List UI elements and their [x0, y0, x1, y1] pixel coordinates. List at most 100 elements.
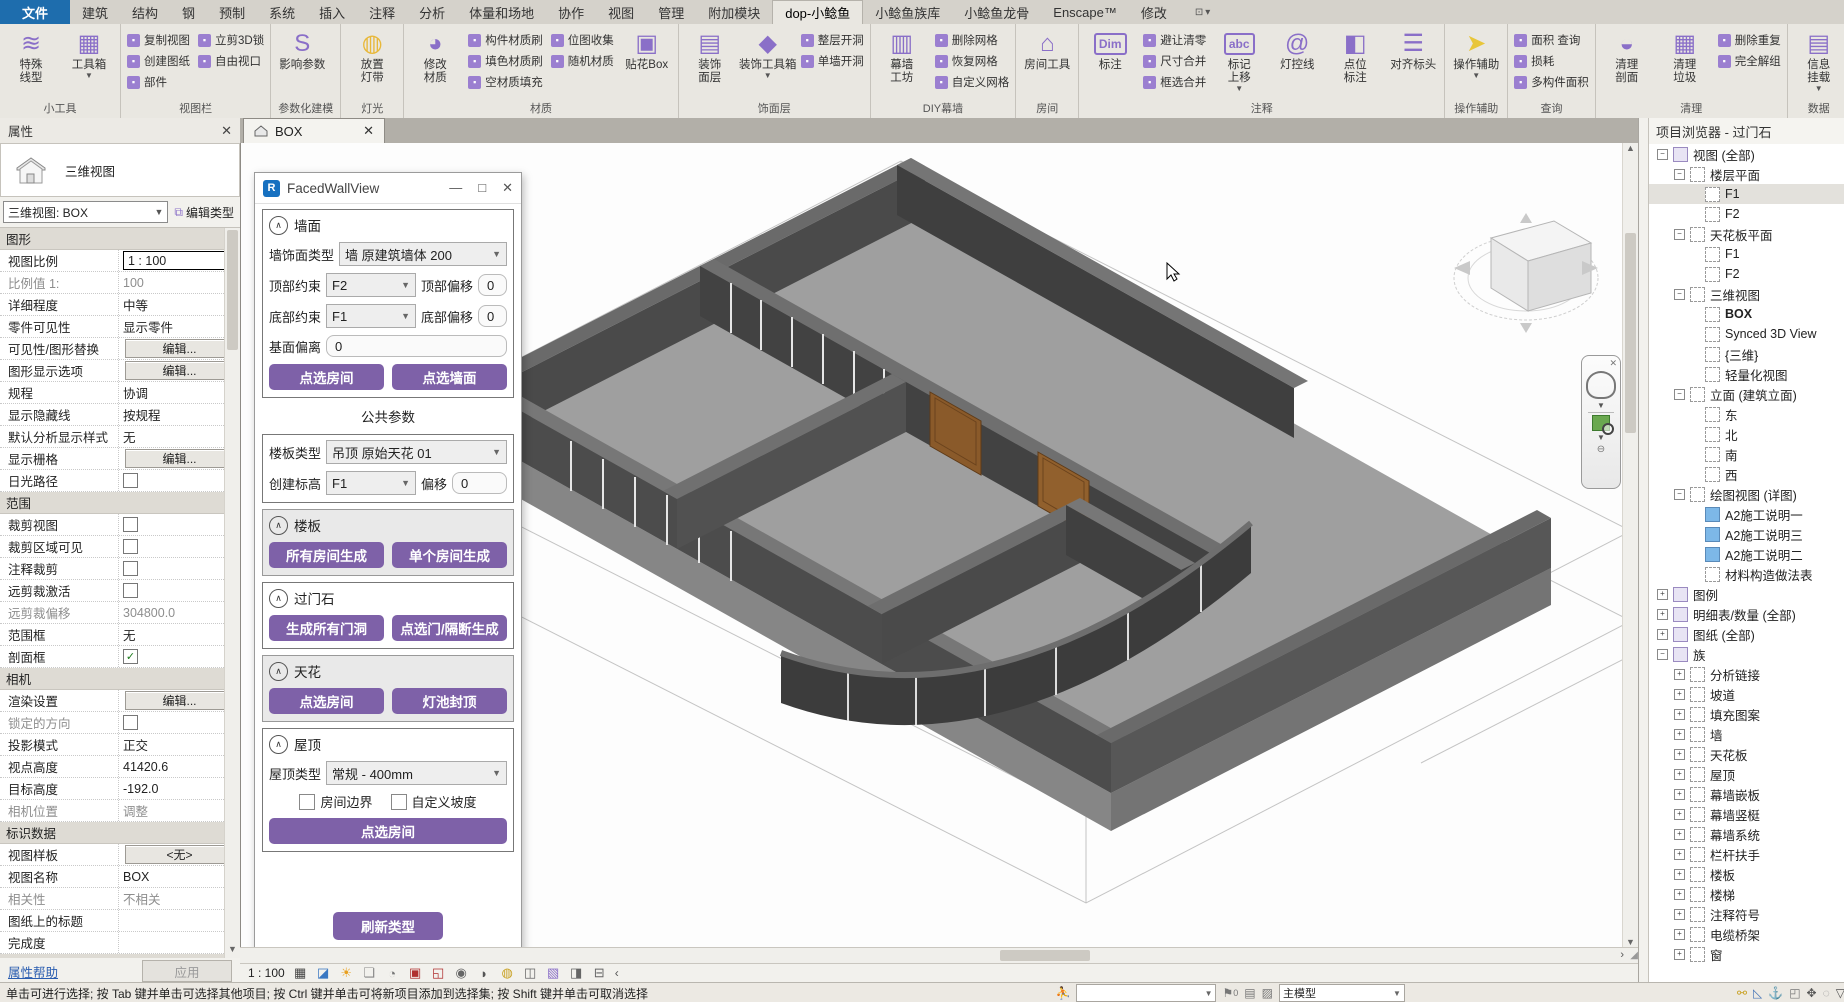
- edit-button[interactable]: 编辑...: [125, 449, 234, 468]
- ribbon-button-装饰工具箱[interactable]: ◆装饰工具箱▼: [740, 26, 796, 102]
- zoom-tool-icon[interactable]: [1592, 415, 1610, 431]
- tree-toggle-icon[interactable]: +: [1657, 609, 1668, 620]
- checkbox-房间边界[interactable]: 房间边界: [299, 792, 372, 811]
- ribbon-button-自定义网格[interactable]: ▪自定义网格: [932, 72, 1013, 92]
- navigation-bar[interactable]: ✕ ▼ ▼ ⊖: [1581, 355, 1621, 489]
- input-底部偏移[interactable]: 0: [478, 305, 507, 327]
- ribbon-button-房间工具[interactable]: ⌂房间工具: [1019, 26, 1075, 102]
- property-value[interactable]: 显示零件: [123, 317, 173, 336]
- select-楼板类型[interactable]: 吊顶 原始天花 01▼: [326, 440, 507, 464]
- zoom-menu-icon[interactable]: ▼: [1597, 433, 1605, 442]
- design-option-dropdown[interactable]: ▼: [1076, 984, 1216, 1002]
- tree-item-电缆桥架[interactable]: +电缆桥架: [1649, 924, 1844, 944]
- ribbon-button-修改材质[interactable]: ◕修改材质: [407, 26, 463, 102]
- tree-toggle-icon[interactable]: +: [1674, 929, 1685, 940]
- checkbox[interactable]: [123, 517, 138, 532]
- tree-item-楼板[interactable]: +楼板: [1649, 864, 1844, 884]
- tree-toggle-icon[interactable]: −: [1674, 229, 1685, 240]
- tree-toggle-icon[interactable]: −: [1674, 389, 1685, 400]
- dialog-close-icon[interactable]: ✕: [502, 180, 513, 196]
- ribbon-button-贴花Box[interactable]: ▣贴花Box: [619, 26, 675, 102]
- scroll-right-icon[interactable]: ›: [1620, 948, 1624, 963]
- property-value[interactable]: 1 : 100: [123, 251, 236, 270]
- ribbon-button-自由视口[interactable]: ▪自由视口: [195, 51, 267, 71]
- ribbon-button-填色材质刷[interactable]: ▪填色材质刷: [465, 51, 546, 71]
- ribbon-button-灯控线[interactable]: @灯控线: [1269, 26, 1325, 102]
- show-crop-region-icon[interactable]: ◱: [430, 965, 447, 981]
- tree-item-立面 (建筑立面)[interactable]: −立面 (建筑立面): [1649, 384, 1844, 404]
- tree-toggle-icon[interactable]: −: [1674, 489, 1685, 500]
- tree-item-西[interactable]: 西: [1649, 464, 1844, 484]
- ribbon-button-特殊线型[interactable]: ≋特殊线型: [3, 26, 59, 102]
- dialog-titlebar[interactable]: R FacedWallView — □ ✕: [255, 173, 521, 204]
- tree-item-天花板平面[interactable]: −天花板平面: [1649, 224, 1844, 244]
- scroll-up-icon[interactable]: ▲: [1623, 143, 1638, 153]
- menu-tab-预制[interactable]: 预制: [207, 0, 257, 24]
- tree-item-屋顶[interactable]: +屋顶: [1649, 764, 1844, 784]
- ribbon-button-创建图纸[interactable]: ▪创建图纸: [124, 51, 193, 71]
- crop-view-icon[interactable]: ▣: [407, 965, 424, 981]
- edit-type-button[interactable]: ⧉ 编辑类型: [171, 204, 237, 221]
- edit-button[interactable]: <无>: [125, 845, 234, 864]
- view-lock-icon[interactable]: ◉: [453, 965, 470, 981]
- tree-item-F2[interactable]: F2: [1649, 264, 1844, 284]
- tree-toggle-icon[interactable]: +: [1657, 589, 1668, 600]
- button-点选房间[interactable]: 点选房间: [269, 818, 507, 844]
- view-tab-box[interactable]: BOX ✕: [243, 118, 385, 143]
- tree-toggle-icon[interactable]: +: [1674, 769, 1685, 780]
- properties-help-link[interactable]: 属性帮助: [8, 962, 58, 981]
- checkbox[interactable]: ✓: [123, 649, 138, 664]
- section-header-doorstone[interactable]: ∧过门石: [269, 588, 507, 608]
- scroll-down-icon[interactable]: ▼: [1623, 937, 1638, 947]
- ribbon-button-单墙开洞[interactable]: ▪单墙开洞: [798, 51, 867, 71]
- property-value[interactable]: BOX: [123, 870, 149, 884]
- ribbon-collapse-button[interactable]: ⊡▾: [1187, 0, 1218, 24]
- tree-item-F2[interactable]: F2: [1649, 204, 1844, 224]
- navbar-collapse-icon[interactable]: ⊖: [1597, 444, 1605, 455]
- reveal-constraints-icon[interactable]: ⊟: [591, 965, 608, 981]
- tree-item-楼层平面[interactable]: −楼层平面: [1649, 164, 1844, 184]
- property-value[interactable]: 无: [123, 427, 136, 446]
- ribbon-button-避让清零[interactable]: ▪避让清零: [1140, 30, 1209, 50]
- tree-toggle-icon[interactable]: +: [1674, 789, 1685, 800]
- ribbon-button-信息挂载[interactable]: ▤信息挂载▼: [1791, 26, 1844, 102]
- ribbon-button-工具箱[interactable]: ▦工具箱▼: [61, 26, 117, 102]
- select-创建标高[interactable]: F1▼: [326, 471, 416, 495]
- tree-item-材料构造做法表[interactable]: 材料构造做法表: [1649, 564, 1844, 584]
- tree-item-天花板[interactable]: +天花板: [1649, 744, 1844, 764]
- property-value[interactable]: -192.0: [123, 782, 158, 796]
- tree-item-填充图案[interactable]: +填充图案: [1649, 704, 1844, 724]
- tree-toggle-icon[interactable]: +: [1674, 829, 1685, 840]
- ribbon-button-操作辅助[interactable]: ➤操作辅助▼: [1448, 26, 1504, 102]
- edit-button[interactable]: 编辑...: [125, 361, 234, 380]
- checkbox[interactable]: [123, 539, 138, 554]
- tree-item-视图 (全部)[interactable]: −视图 (全部): [1649, 144, 1844, 164]
- tree-item-图纸 (全部)[interactable]: +图纸 (全部): [1649, 624, 1844, 644]
- horizontal-scroll-thumb[interactable]: [1000, 950, 1090, 961]
- property-value[interactable]: 协调: [123, 383, 148, 402]
- tree-item-A2施工说明一[interactable]: A2施工说明一: [1649, 504, 1844, 524]
- button-所有房间生成[interactable]: 所有房间生成: [269, 542, 384, 568]
- ribbon-button-对齐标头[interactable]: ☰对齐标头: [1385, 26, 1441, 102]
- property-section-图形[interactable]: 图形⌃: [0, 228, 240, 250]
- ribbon-button-完全解组[interactable]: ▪完全解组: [1715, 51, 1784, 71]
- horizontal-scrollbar[interactable]: › ◢: [240, 947, 1638, 963]
- tree-item-轻量化视图[interactable]: 轻量化视图: [1649, 364, 1844, 384]
- select-links-icon[interactable]: ⚯: [1737, 986, 1747, 1000]
- ribbon-button-随机材质[interactable]: ▪随机材质: [548, 51, 617, 71]
- property-section-阶段化[interactable]: 阶段化⌃: [0, 954, 240, 958]
- properties-scrollbar[interactable]: ▲▼: [224, 228, 240, 958]
- ribbon-button-整层开洞[interactable]: ▪整层开洞: [798, 30, 867, 50]
- menu-tab-结构[interactable]: 结构: [120, 0, 170, 24]
- select-屋顶类型[interactable]: 常规 - 400mm▼: [326, 761, 507, 785]
- ribbon-button-面积 查询[interactable]: ▪面积 查询: [1511, 30, 1592, 50]
- ribbon-button-删除网格[interactable]: ▪删除网格: [932, 30, 1013, 50]
- ribbon-button-框选合并[interactable]: ▪框选合并: [1140, 72, 1209, 92]
- sun-path-icon[interactable]: ☀: [338, 965, 355, 981]
- navbar-close-icon[interactable]: ✕: [1609, 358, 1617, 369]
- background-processes-icon[interactable]: ◌: [1823, 986, 1830, 1000]
- ribbon-button-复制视图[interactable]: ▪复制视图: [124, 30, 193, 50]
- tree-item-三维视图[interactable]: −三维视图: [1649, 284, 1844, 304]
- tree-item-{三维}[interactable]: {三维}: [1649, 344, 1844, 364]
- ribbon-button-清理剖面[interactable]: ◒清理剖面: [1599, 26, 1655, 102]
